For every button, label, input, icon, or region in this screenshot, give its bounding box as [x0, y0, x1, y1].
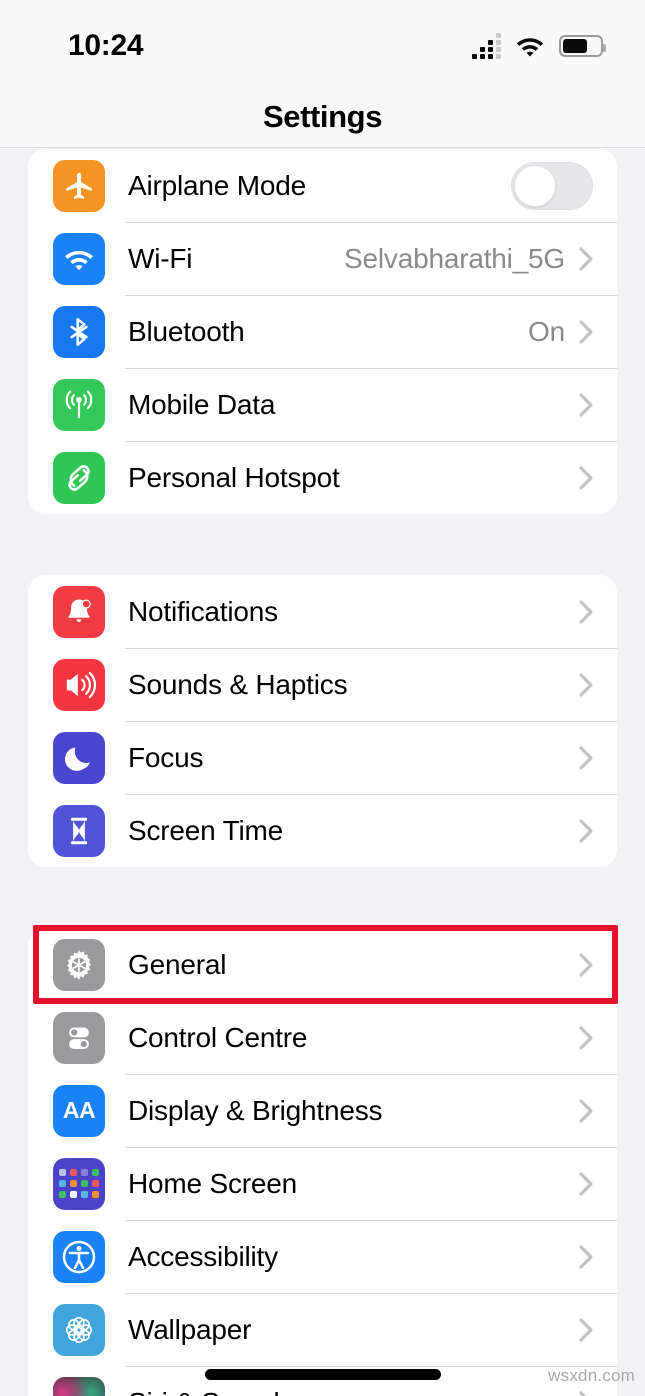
settings-row-accessibility[interactable]: Accessibility	[28, 1220, 617, 1293]
wifi-icon	[53, 232, 105, 285]
battery-icon	[559, 35, 606, 57]
notifications-bell-icon	[53, 585, 105, 638]
status-bar: 10:24	[0, 0, 645, 86]
mobile-data-antenna-icon	[53, 378, 105, 431]
settings-row-control-centre[interactable]: Control Centre	[28, 1001, 617, 1074]
cellular-signal-icon	[472, 33, 501, 59]
settings-row-notifications[interactable]: Notifications	[28, 575, 617, 648]
settings-list[interactable]: Airplane Mode Wi-Fi Selvabharathi_5G Blu…	[0, 149, 645, 1396]
settings-row-home-screen[interactable]: Home Screen	[28, 1147, 617, 1220]
siri-orb-icon	[53, 1376, 105, 1396]
settings-row-label: Siri & Search	[128, 1387, 579, 1396]
home-indicator[interactable]	[204, 1369, 441, 1380]
settings-row-label: Mobile Data	[128, 388, 276, 420]
settings-row-label: Notifications	[128, 595, 278, 627]
chevron-right-icon	[579, 1244, 593, 1269]
navigation-bar: Settings	[0, 86, 645, 148]
settings-row-wifi[interactable]: Wi-Fi Selvabharathi_5G	[28, 222, 617, 295]
siri-orb-gradient	[53, 1376, 105, 1396]
wifi-icon	[516, 38, 544, 57]
settings-row-label: Wallpaper	[128, 1313, 252, 1345]
settings-row-label: Accessibility	[128, 1240, 278, 1272]
chevron-right-icon	[579, 1025, 593, 1050]
chevron-right-icon	[579, 465, 593, 490]
home-screen-grid-icon	[53, 1157, 105, 1210]
settings-row-label: Airplane Mode	[128, 169, 306, 201]
wifi-network-value: Selvabharathi_5G	[344, 242, 565, 274]
settings-group-alerts: Notifications Sounds & Haptics Focus Scr…	[28, 575, 617, 867]
chevron-right-icon	[579, 1171, 593, 1196]
display-brightness-aa-icon: AA	[53, 1084, 105, 1137]
settings-row-airplane-mode[interactable]: Airplane Mode	[28, 149, 617, 222]
settings-row-label: General	[128, 948, 227, 980]
chevron-right-icon	[579, 1317, 593, 1342]
chevron-right-icon	[579, 1390, 587, 1396]
chevron-right-icon	[579, 319, 593, 344]
page-title: Settings	[262, 98, 383, 134]
iphone-settings-screen: 10:24 Settings Airplane Mode Wi-Fi Selva…	[0, 0, 645, 1396]
settings-row-label: Home Screen	[128, 1167, 297, 1199]
status-indicators	[472, 33, 606, 59]
settings-row-focus[interactable]: Focus	[28, 721, 617, 794]
chevron-right-icon	[579, 392, 593, 417]
settings-row-label: Display & Brightness	[128, 1094, 383, 1126]
aa-glyph: AA	[62, 1097, 96, 1123]
airplane-mode-toggle[interactable]	[511, 161, 593, 210]
personal-hotspot-icon	[53, 451, 105, 504]
settings-row-label: Screen Time	[128, 814, 283, 846]
settings-row-display-brightness[interactable]: AA Display & Brightness	[28, 1074, 617, 1147]
bluetooth-status-value: On	[528, 315, 565, 347]
hourglass-icon	[53, 804, 105, 857]
status-time: 10:24	[68, 29, 144, 62]
settings-group-system: General Control Centre AA Display & Brig…	[28, 928, 617, 1396]
settings-row-mobile-data[interactable]: Mobile Data	[28, 368, 617, 441]
settings-row-label: Bluetooth	[128, 315, 245, 347]
accessibility-person-icon	[53, 1230, 105, 1283]
settings-row-label: Control Centre	[128, 1021, 308, 1053]
speaker-volume-icon	[53, 658, 105, 711]
home-screen-app-grid	[59, 1169, 99, 1198]
chevron-right-icon	[579, 818, 593, 843]
airplane-icon	[53, 159, 105, 212]
settings-row-sounds-haptics[interactable]: Sounds & Haptics	[28, 648, 617, 721]
chevron-right-icon	[579, 745, 593, 770]
chevron-right-icon	[579, 599, 593, 624]
watermark: wsxdn.com	[548, 1366, 635, 1385]
settings-row-personal-hotspot[interactable]: Personal Hotspot	[28, 441, 617, 514]
chevron-right-icon	[579, 246, 593, 271]
battery-level	[563, 39, 587, 53]
settings-row-label: Wi-Fi	[128, 242, 193, 274]
moon-icon	[53, 731, 105, 784]
settings-row-general[interactable]: General	[28, 928, 617, 1001]
chevron-right-icon	[579, 672, 593, 697]
settings-row-label: Focus	[128, 741, 204, 773]
settings-row-screen-time[interactable]: Screen Time	[28, 794, 617, 867]
settings-group-connectivity: Airplane Mode Wi-Fi Selvabharathi_5G Blu…	[28, 149, 617, 514]
settings-row-bluetooth[interactable]: Bluetooth On	[28, 295, 617, 368]
wallpaper-flower-icon	[53, 1303, 105, 1356]
chevron-right-icon	[579, 1098, 593, 1123]
settings-row-label: Personal Hotspot	[128, 461, 340, 493]
settings-row-wallpaper[interactable]: Wallpaper	[28, 1293, 617, 1366]
control-centre-sliders-icon	[53, 1011, 105, 1064]
chevron-right-icon	[579, 952, 593, 977]
bluetooth-icon	[53, 305, 105, 358]
settings-row-label: Sounds & Haptics	[128, 668, 348, 700]
toggle-knob	[514, 164, 556, 207]
gear-icon	[53, 938, 105, 991]
